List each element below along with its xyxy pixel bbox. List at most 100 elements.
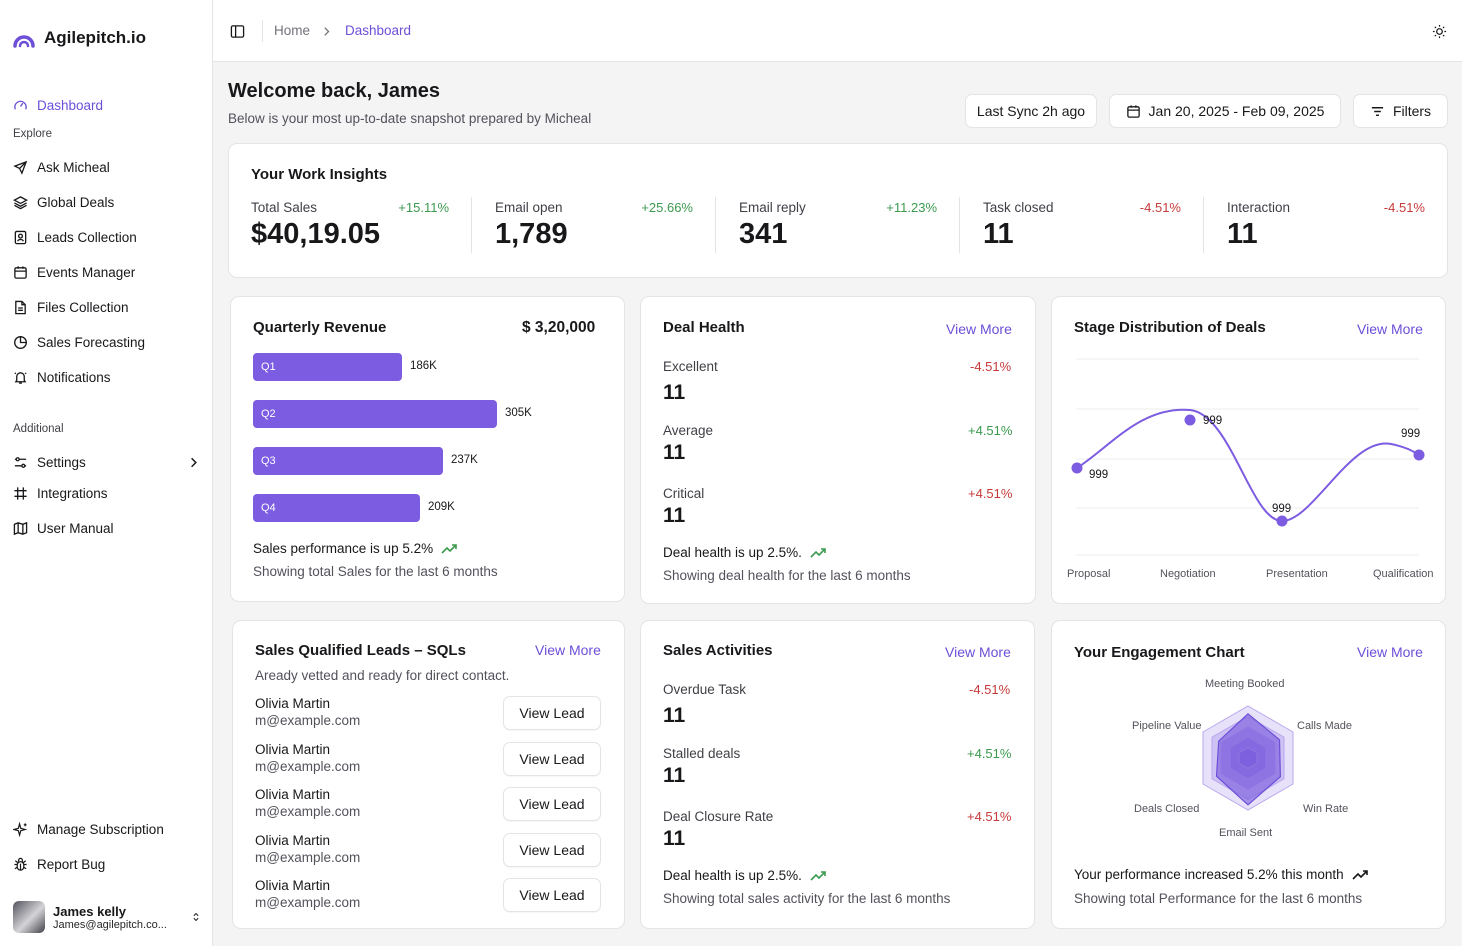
x-tick-label: Negotiation: [1160, 568, 1216, 580]
last-sync-button[interactable]: Last Sync 2h ago: [965, 94, 1097, 128]
user-email: James@agilepitch.co...: [53, 918, 167, 931]
performance-text: Sales performance is up 5.2%: [253, 541, 434, 556]
brand-name: Agilepitch.io: [44, 28, 146, 47]
sidebar-item-label: Files Collection: [37, 299, 129, 315]
view-lead-button[interactable]: View Lead: [503, 787, 601, 821]
user-menu[interactable]: James kelly James@agilepitch.co...: [13, 901, 201, 933]
filter-lines-icon: [1371, 106, 1384, 116]
date-range-picker[interactable]: Jan 20, 2025 - Feb 09, 2025: [1109, 94, 1341, 128]
divider: [262, 20, 263, 42]
brand-logo[interactable]: Agilepitch.io: [12, 27, 146, 49]
card-title: Deal Health: [663, 319, 745, 336]
view-lead-button[interactable]: View Lead: [503, 878, 601, 912]
divider: [471, 197, 472, 253]
sidebar-item-label: Events Manager: [37, 264, 136, 280]
chevrons-up-down-icon: [193, 912, 199, 922]
bar-q3: Q3: [253, 447, 443, 475]
sidebar-item-label: Settings: [37, 454, 86, 470]
pie-chart-icon: [14, 335, 27, 349]
sidebar-item-label: Ask Micheal: [37, 159, 110, 175]
sidebar-item-manage-subscription[interactable]: Manage Subscription: [13, 819, 201, 839]
data-label: 999: [1272, 503, 1291, 515]
bar-q1: Q1: [253, 353, 402, 381]
sidebar-item-global-deals[interactable]: Global Deals: [13, 192, 201, 212]
theme-sun-icon[interactable]: [1432, 24, 1447, 39]
activities-subtext: Showing total sales activity for the las…: [663, 891, 951, 906]
radar-axis-label: Calls Made: [1297, 720, 1352, 732]
sidebar-item-label: User Manual: [37, 520, 114, 536]
section-label-additional: Additional: [13, 423, 64, 435]
lead-email: m@example.com: [255, 895, 361, 910]
chevron-right-icon: [324, 27, 330, 36]
divider: [715, 197, 716, 253]
sidebar-item-leads-collection[interactable]: Leads Collection: [13, 227, 201, 247]
view-lead-button[interactable]: View Lead: [503, 833, 601, 867]
kpi-change: -4.51%: [1383, 200, 1425, 215]
view-more-link[interactable]: View More: [946, 321, 1012, 337]
sidebar-item-notifications[interactable]: Notifications: [13, 367, 201, 387]
sidebar-item-label: Integrations: [37, 485, 108, 501]
sidebar-item-ask-micheal[interactable]: Ask Micheal: [13, 157, 201, 177]
layers-icon: [13, 195, 28, 209]
lead-name: Olivia Martin: [255, 696, 331, 711]
data-point: [1071, 462, 1083, 474]
lead-name: Olivia Martin: [255, 787, 331, 802]
kpi-interaction: Interaction -4.51% 11: [1227, 200, 1425, 251]
sidebar-item-label: Sales Forecasting: [37, 334, 146, 350]
view-lead-button[interactable]: View Lead: [503, 742, 601, 776]
map-icon: [13, 521, 28, 535]
kpi-change: +15.11%: [398, 200, 449, 215]
metric-value: 11: [663, 827, 686, 850]
contact-card-icon: [14, 230, 27, 244]
deal-health-note: Deal health is up 2.5%.: [663, 545, 826, 560]
sidebar-item-sales-forecasting[interactable]: Sales Forecasting: [13, 332, 201, 352]
metric-change: +4.51%: [968, 486, 1013, 501]
kpi-value: 11: [983, 218, 1014, 250]
bar-q4: Q4: [253, 494, 420, 522]
sidebar-item-user-manual[interactable]: User Manual: [13, 518, 201, 538]
logo-icon: [13, 35, 35, 48]
view-lead-button[interactable]: View Lead: [503, 696, 601, 730]
sidebar-item-settings[interactable]: Settings: [13, 452, 201, 472]
divider: [959, 197, 960, 253]
filters-button[interactable]: Filters: [1353, 94, 1448, 128]
view-more-link[interactable]: View More: [535, 642, 601, 658]
engagement-note: Your performance increased 5.2% this mon…: [1074, 867, 1368, 882]
page-title: Welcome back, James: [228, 80, 440, 102]
sidebar-item-report-bug[interactable]: Report Bug: [13, 854, 201, 874]
lead-email: m@example.com: [255, 759, 361, 774]
metric-change: -4.51%: [969, 682, 1011, 697]
radar-axis-label: Pipeline Value: [1132, 720, 1202, 732]
trending-up-icon: [1352, 869, 1368, 880]
view-more-link[interactable]: View More: [945, 644, 1011, 660]
sidebar-item-integrations[interactable]: Integrations: [13, 483, 201, 503]
kpi-value: $40,19.05: [251, 218, 381, 250]
data-label: 999: [1203, 415, 1222, 427]
lead-email: m@example.com: [255, 713, 361, 728]
kpi-change: -4.51%: [1139, 200, 1181, 215]
sidebar-item-files-collection[interactable]: Files Collection: [13, 297, 201, 317]
sidebar-toggle-icon[interactable]: [230, 24, 245, 39]
engagement-text: Your performance increased 5.2% this mon…: [1074, 867, 1344, 882]
bar-value-label: 237K: [451, 454, 478, 466]
breadcrumb-home[interactable]: Home: [274, 23, 310, 38]
lead-name: Olivia Martin: [255, 878, 331, 893]
sidebar-item-events-manager[interactable]: Events Manager: [13, 262, 201, 282]
metric-label: Deal Closure Rate: [663, 809, 774, 824]
sidebar-item-dashboard[interactable]: Dashboard: [13, 95, 201, 115]
activities-text: Deal health is up 2.5%.: [663, 868, 802, 883]
metric-value: 11: [663, 381, 686, 404]
sidebar-item-label: Dashboard: [37, 97, 104, 113]
hash-icon: [14, 486, 27, 500]
stage-line-chart: 999 999 999 999 Proposal Negotiation Presentat…: [1067, 358, 1434, 580]
lead-email: m@example.com: [255, 804, 361, 819]
kpi-change: +25.66%: [641, 200, 693, 215]
sidebar-item-label: Leads Collection: [37, 229, 137, 245]
sidebar-item-label: Notifications: [37, 369, 111, 385]
kpi-email-open: Email open +25.66% 1,789: [495, 200, 693, 251]
kpi-value: 341: [739, 218, 788, 250]
bar-value-label: 209K: [428, 501, 455, 513]
metric-change: +4.51%: [967, 746, 1012, 761]
lead-name: Olivia Martin: [255, 742, 331, 757]
metric-change: -4.51%: [970, 359, 1012, 374]
